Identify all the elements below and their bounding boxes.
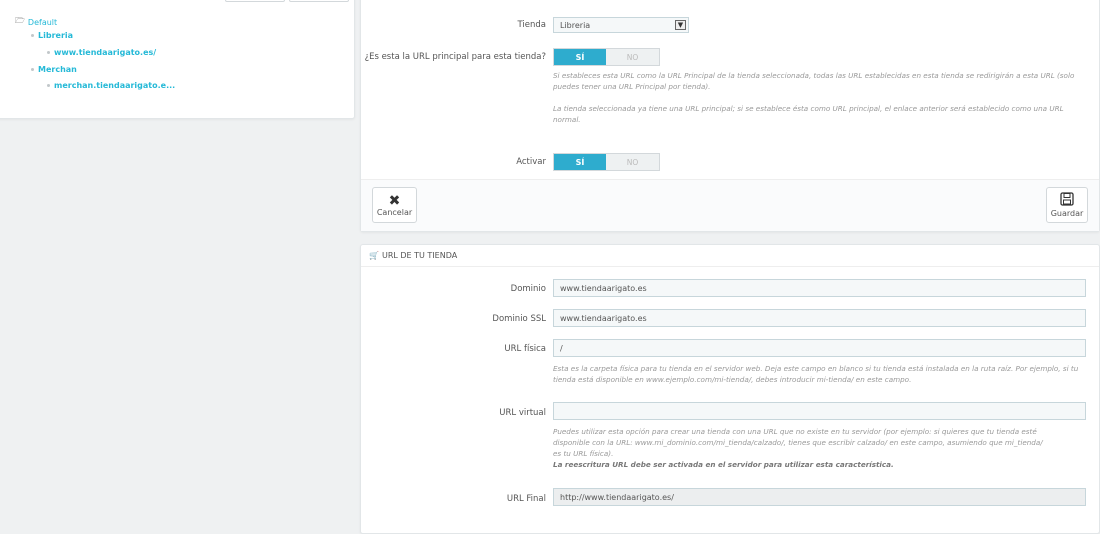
bullet-icon	[31, 34, 34, 37]
virtual-url-field[interactable]	[553, 402, 1086, 420]
close-icon: ✖	[388, 192, 401, 209]
cancel-label: Cancelar	[376, 207, 413, 217]
shop-tree-panel: 🗁 Default Libreria www.tiendaarigato.es/…	[0, 0, 355, 119]
shop-select[interactable]: Libreria ▼	[553, 17, 689, 33]
main-url-help: Si estableces esta URL como la URL Princ…	[553, 71, 1075, 91]
bullet-icon	[47, 84, 50, 87]
activate-toggle[interactable]: SÍ NO	[553, 153, 660, 171]
final-url-label: URL Final	[506, 494, 546, 504]
tree-url-label: merchan.tiendaarigato.e...	[54, 81, 176, 90]
virtual-url-help: Puedes utilizar esta opción para crear u…	[553, 426, 1053, 470]
shop-url-form-panel: Tienda Libreria ▼ ¿Es esta la URL princi…	[360, 0, 1100, 232]
shop-url-panel: 🛒 URL DE TU TIENDA Dominio www.tiendaari…	[360, 244, 1100, 534]
activate-yes[interactable]: SÍ	[554, 154, 606, 170]
ssl-domain-label: Dominio SSL	[492, 314, 546, 324]
tree-collapse-button[interactable]	[289, 0, 349, 2]
ssl-domain-field[interactable]: www.tiendaarigato.es	[553, 309, 1086, 327]
cart-icon: 🛒	[369, 251, 379, 260]
physical-url-label: URL física	[504, 344, 546, 354]
tree-group-label: Merchan	[38, 65, 77, 74]
main-url-label: ¿Es esta la URL principal para esta tien…	[364, 52, 546, 62]
activate-no[interactable]: NO	[606, 154, 659, 170]
shop-select-value: Libreria	[560, 21, 591, 30]
save-icon	[1060, 192, 1074, 209]
tree-group-libreria[interactable]: Libreria	[31, 31, 73, 40]
panel-header: 🛒 URL DE TU TIENDA	[361, 245, 1099, 267]
virtual-url-help-bold: La reescritura URL debe ser activada en …	[553, 460, 894, 469]
main-url-yes[interactable]: SÍ	[554, 49, 606, 65]
virtual-url-help-text: Puedes utilizar esta opción para crear u…	[553, 427, 1043, 458]
physical-url-help: Esta es la carpeta física para tu tienda…	[553, 364, 1079, 384]
tree-url-libreria[interactable]: www.tiendaarigato.es/	[47, 48, 156, 57]
physical-url-field[interactable]: /	[553, 339, 1086, 357]
tree-root-default[interactable]: 🗁 Default	[15, 15, 57, 29]
cancel-button[interactable]: ✖ Cancelar	[372, 187, 417, 223]
bullet-icon	[31, 68, 34, 71]
save-button[interactable]: Guardar	[1046, 187, 1088, 223]
shop-label: Tienda	[517, 20, 546, 30]
tree-url-merchan[interactable]: merchan.tiendaarigato.e...	[47, 81, 175, 90]
tree-url-label: www.tiendaarigato.es/	[54, 48, 157, 57]
form-footer: ✖ Cancelar Guardar	[361, 179, 1099, 231]
folder-icon: 🗁	[15, 16, 25, 25]
tree-root-label: Default	[27, 17, 58, 27]
main-url-no[interactable]: NO	[606, 49, 659, 65]
main-url-warning: La tienda seleccionada ya tiene una URL …	[553, 104, 1064, 124]
domain-field[interactable]: www.tiendaarigato.es	[553, 279, 1086, 297]
activate-label: Activar	[516, 157, 546, 167]
domain-label: Dominio	[510, 284, 546, 294]
chevron-down-icon: ▼	[675, 20, 686, 30]
save-label: Guardar	[1050, 209, 1084, 218]
virtual-url-label: URL virtual	[499, 408, 546, 418]
bullet-icon	[47, 51, 50, 54]
tree-expand-button[interactable]	[225, 0, 285, 2]
tree-group-label: Libreria	[38, 31, 74, 40]
final-url-field: http://www.tiendaarigato.es/	[553, 488, 1086, 506]
tree-group-merchan[interactable]: Merchan	[31, 65, 77, 74]
main-url-toggle[interactable]: SÍ NO	[553, 48, 660, 66]
panel-title: URL DE TU TIENDA	[381, 251, 458, 260]
